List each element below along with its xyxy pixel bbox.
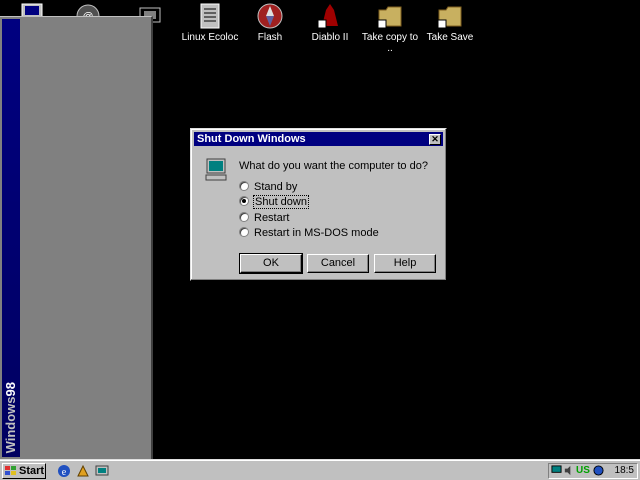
document-icon [200,3,220,29]
option-label: Restart [254,212,290,224]
network-icon[interactable] [551,465,562,476]
diablo-icon [317,4,338,29]
globe-icon[interactable] [593,465,604,476]
internet-explorer-icon[interactable]: e [57,464,71,478]
shutdown-dialog: Shut Down Windows ✕ What do you want the… [190,128,447,281]
desktop-icon-label: Take copy to .. [361,32,419,54]
clock[interactable]: 18:5 [615,465,634,477]
option-label: Stand by [254,181,298,193]
system-tray: US 18:5 [548,463,638,479]
windows98-logo: Windows98 [3,381,18,453]
close-button[interactable]: ✕ [429,134,441,145]
dialog-title: Shut Down Windows [197,133,306,145]
option-restart-ms-dos[interactable]: Restart in MS-DOS mode [239,227,379,240]
show-desktop-icon[interactable] [95,464,109,478]
desktop-icon-label: Diablo II [311,32,349,43]
shutdown-question: What do you want the computer to do? [239,160,428,172]
folder-icon [377,6,402,29]
desktop-icon-flash[interactable]: Flash [238,0,302,43]
channel-icon[interactable] [76,464,90,478]
help-button[interactable]: Help [374,254,436,273]
desktop-icon-linux-ecoloc[interactable]: Linux Ecoloc [178,0,242,43]
close-icon: ✕ [431,134,439,144]
desktop-icon-label: Take Save [426,32,474,43]
radio-button[interactable] [239,227,249,237]
start-label: Start [19,465,45,477]
radio-button-selected[interactable] [239,196,249,206]
option-label: Restart in MS-DOS mode [254,227,379,239]
start-menu: Windows98 [0,16,153,459]
computer-icon [205,158,227,181]
folder-icon [437,6,462,29]
start-menu-banner: Windows98 [2,19,20,457]
speaker-icon[interactable] [563,465,574,476]
option-restart[interactable]: Restart [239,212,289,225]
option-shut-down[interactable]: Shut down [239,195,309,209]
flash-icon [257,3,283,29]
desktop-icon-take-copy[interactable]: Take copy to .. [358,0,422,54]
radio-button[interactable] [239,212,249,222]
desktop-icon-label: Flash [257,32,283,43]
windows-flag-icon [5,466,16,475]
option-stand-by[interactable]: Stand by [239,181,297,194]
desktop-icon-take-save[interactable]: Take Save [418,0,482,43]
ok-button[interactable]: OK [239,253,303,274]
desktop-icon-diablo[interactable]: Diablo II [298,0,362,43]
svg-text:e: e [62,467,67,478]
language-indicator[interactable]: US [576,465,590,477]
cancel-button[interactable]: Cancel [307,254,369,273]
desktop-icon-label: Linux Ecoloc [181,32,239,43]
dialog-titlebar[interactable]: Shut Down Windows ✕ [194,132,443,146]
taskbar: Start e US 18:5 [0,459,640,480]
option-label: Shut down [253,195,309,209]
radio-button[interactable] [239,181,249,191]
start-button[interactable]: Start [2,463,46,479]
